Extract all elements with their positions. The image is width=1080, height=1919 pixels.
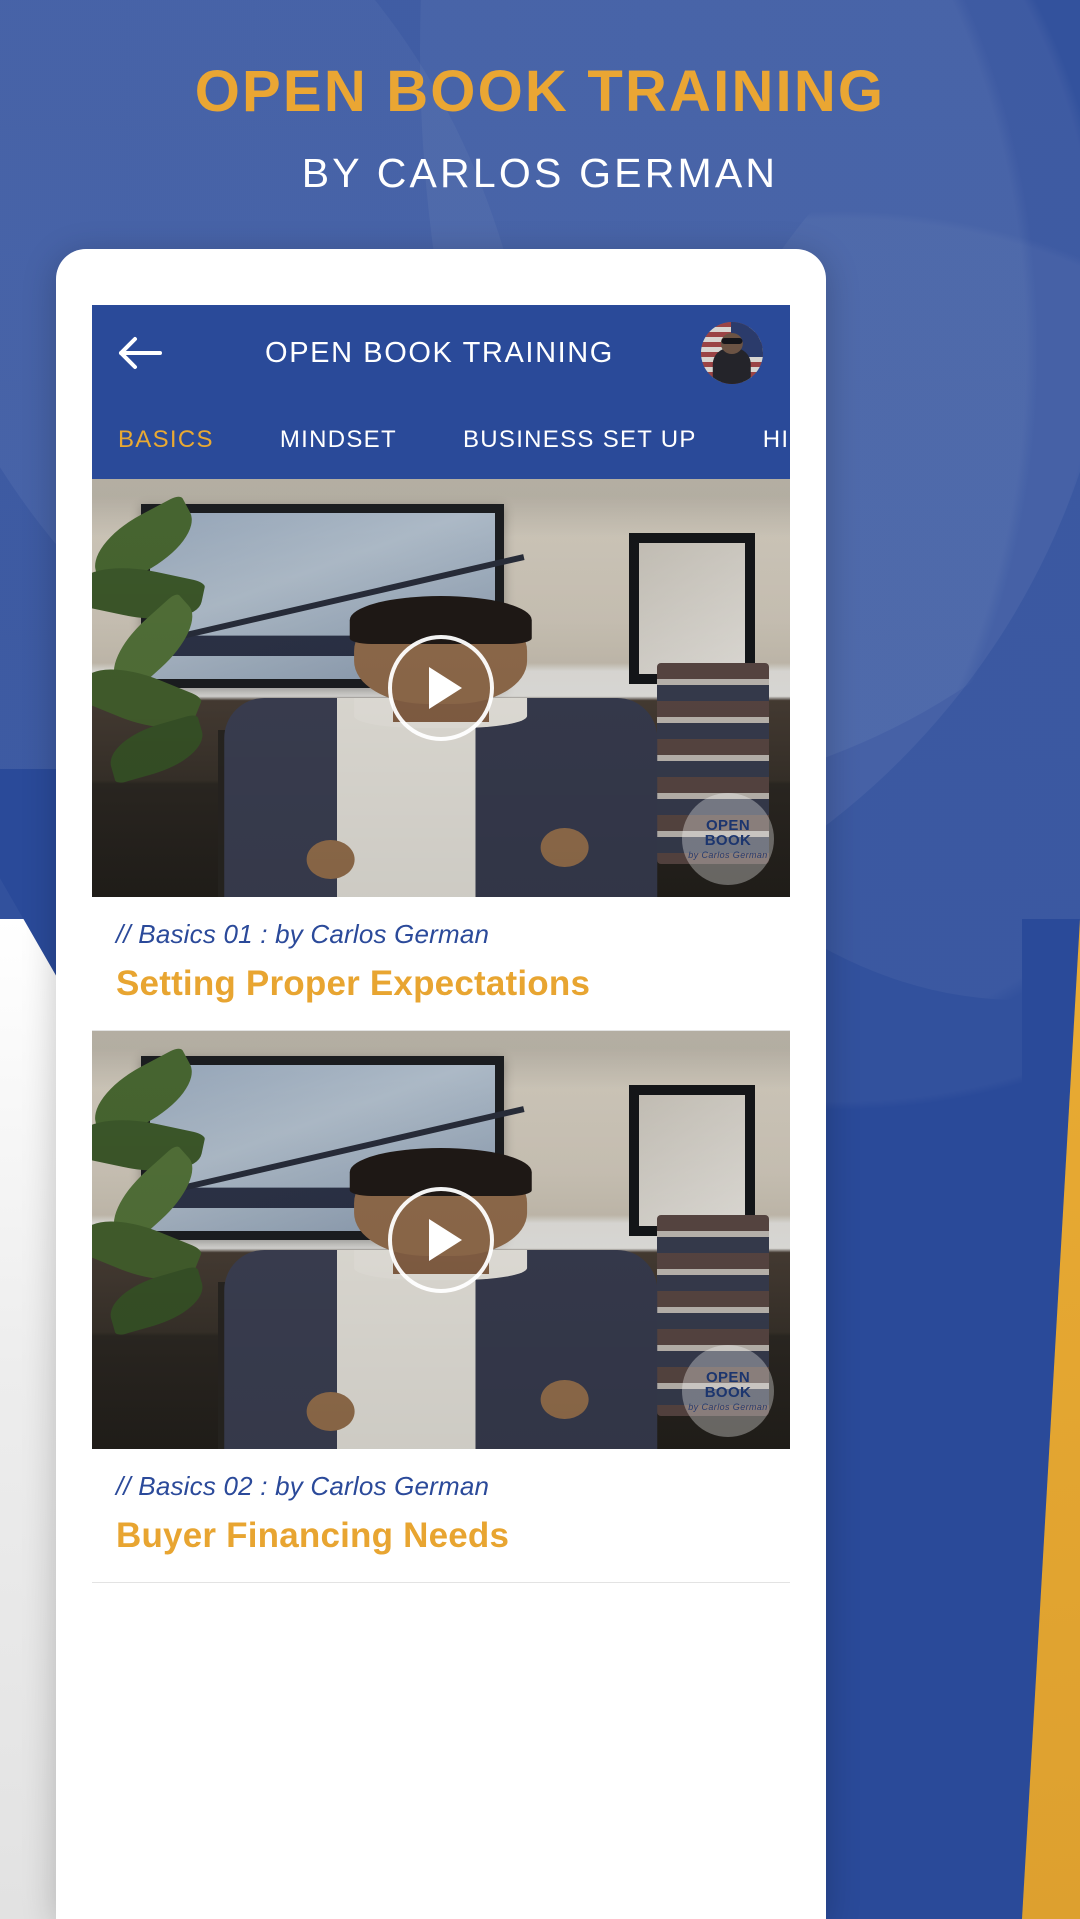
video-title[interactable]: Setting Proper Expectations (116, 964, 766, 1004)
video-watermark: OPEN BOOK by Carlos German (682, 793, 774, 885)
promo-title: OPEN BOOK TRAINING (194, 59, 886, 124)
watermark-line-2: BOOK (704, 1384, 752, 1402)
watermark-line-2: BOOK (704, 832, 752, 850)
video-thumbnail[interactable]: OPEN BOOK by Carlos German (92, 1031, 790, 1449)
play-icon[interactable] (388, 1187, 494, 1293)
avatar[interactable] (701, 322, 763, 384)
promo-subtitle: BY CARLOS GERMAN (301, 149, 779, 196)
watermark-line-1: OPEN (705, 1368, 751, 1386)
promo-header: OPEN BOOK TRAINING BY CARLOS GERMAN (0, 0, 1080, 197)
tab-mindset[interactable]: MINDSET (280, 426, 397, 454)
back-button[interactable] (92, 305, 188, 401)
corner-wedge-left (0, 919, 58, 1919)
video-title[interactable]: Buyer Financing Needs (116, 1516, 766, 1556)
video-card-body: // Basics 02 : by Carlos German Buyer Fi… (92, 1449, 790, 1582)
tab-business-set-up[interactable]: BUSINESS SET UP (463, 426, 697, 454)
watermark-line-1: OPEN (705, 816, 751, 834)
video-watermark: OPEN BOOK by Carlos German (682, 1345, 774, 1437)
video-card[interactable]: OPEN BOOK by Carlos German // Basics 02 … (92, 1031, 790, 1583)
video-card-body: // Basics 01 : by Carlos German Setting … (92, 897, 790, 1030)
watermark-signature: by Carlos German (688, 850, 768, 861)
sunglasses-icon (721, 338, 743, 344)
promo-screen: OPEN BOOK TRAINING BY CARLOS GERMAN OPEN… (0, 0, 1080, 1919)
watermark-signature: by Carlos German (688, 1402, 768, 1413)
arrow-left-icon (117, 336, 163, 370)
app-viewport: OPEN BOOK TRAINING BASICS MINDSET BUSINE… (92, 305, 790, 1919)
video-meta: // Basics 02 : by Carlos German (116, 1471, 490, 1501)
tab-basics[interactable]: BASICS (118, 426, 214, 454)
app-title: OPEN BOOK TRAINING (265, 336, 614, 369)
play-icon[interactable] (388, 635, 494, 741)
play-triangle (429, 1219, 462, 1261)
category-tabbar[interactable]: BASICS MINDSET BUSINESS SET UP HIRING AS… (92, 401, 790, 479)
video-thumbnail[interactable]: OPEN BOOK by Carlos German (92, 479, 790, 897)
play-triangle (429, 667, 462, 709)
phone-mockup: OPEN BOOK TRAINING BASICS MINDSET BUSINE… (56, 249, 826, 1919)
video-meta: // Basics 01 : by Carlos German (116, 919, 490, 949)
video-card[interactable]: OPEN BOOK by Carlos German // Basics 01 … (92, 479, 790, 1031)
tab-hiring-assistant[interactable]: HIRING ASSISTAN (763, 426, 790, 454)
app-header-bar: OPEN BOOK TRAINING (92, 305, 790, 401)
